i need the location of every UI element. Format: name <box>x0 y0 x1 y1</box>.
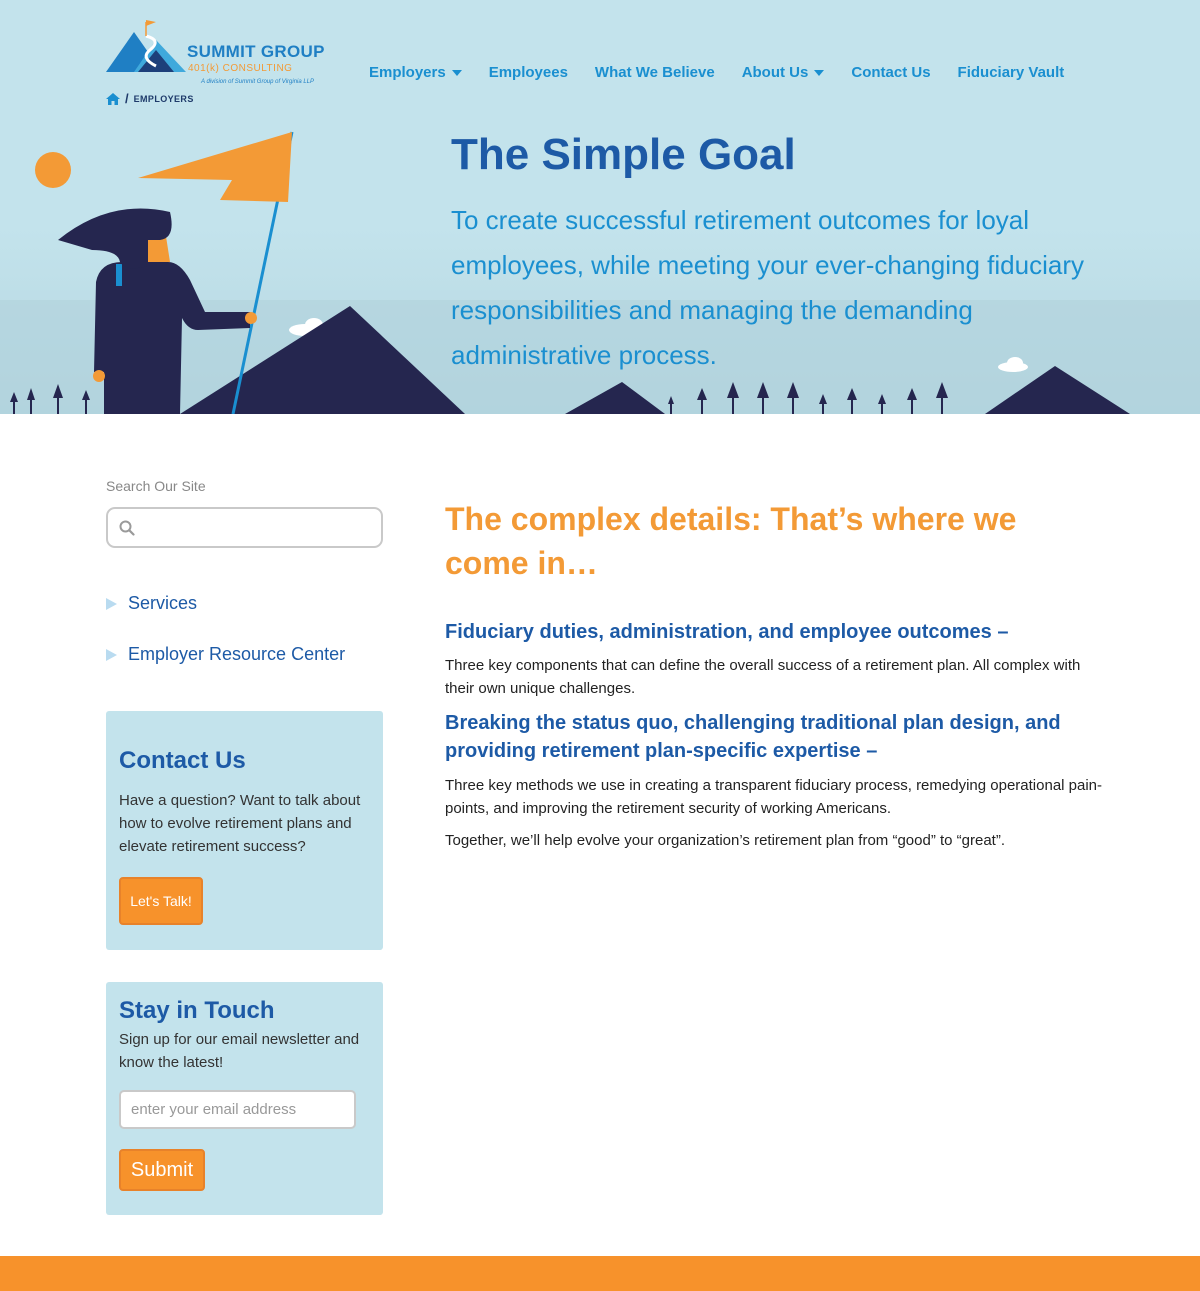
triangle-right-icon <box>106 648 117 661</box>
section1-heading: Fiduciary duties, administration, and em… <box>445 621 1009 643</box>
hero-banner: SUMMIT GROUP 401(k) CONSULTING A divisio… <box>0 0 1200 414</box>
section2-heading: Breaking the status quo, challenging tra… <box>445 712 1061 762</box>
logo-title: SUMMIT GROUP <box>187 42 325 61</box>
closing-text: Together, we’ll help evolve your organiz… <box>445 832 1006 849</box>
email-field[interactable] <box>119 1090 356 1129</box>
main-nav: Employers Employees What We Believe Abou… <box>369 64 1091 81</box>
sun-shape <box>35 152 71 188</box>
lets-talk-button[interactable]: Let's Talk! <box>119 877 203 925</box>
sidebar-link-label: Services <box>128 593 198 613</box>
nav-item-label: What We Believe <box>594 64 715 81</box>
flag-shape <box>138 132 292 202</box>
section2-text: Three key methods we use in creating a t… <box>445 777 1103 817</box>
caret-down-icon <box>451 69 462 76</box>
newsletter-card-title: Stay in Touch <box>119 997 275 1024</box>
caret-down-icon <box>814 69 825 76</box>
logo-subtitle: 401(k) CONSULTING <box>188 63 293 74</box>
breadcrumb-current[interactable]: EMPLOYERS <box>134 94 194 104</box>
search-box <box>106 507 383 548</box>
contact-card-text: Have a question? Want to talk about how … <box>119 792 361 855</box>
newsletter-card-text: Sign up for our email newsletter and kno… <box>119 1031 360 1071</box>
newsletter-card: Stay in Touch Sign up for our email news… <box>106 982 383 1215</box>
nav-item-label: Employees <box>488 64 568 81</box>
hero-title: The Simple Goal <box>451 130 796 179</box>
triangle-right-icon <box>106 597 117 610</box>
logo-division: A division of Summit Group of Virginia L… <box>201 79 315 85</box>
nav-item-about-us[interactable]: About Us <box>742 64 825 81</box>
main-heading: The complex details: That’s where we com… <box>445 501 1017 581</box>
submit-button[interactable]: Submit <box>119 1149 205 1191</box>
search-input[interactable] <box>140 515 370 541</box>
nav-item-label: Fiduciary Vault <box>957 64 1065 81</box>
sidebar-link-employer-resource-center[interactable]: Employer Resource Center <box>106 644 345 665</box>
hero-text: To create successful retirement outcomes… <box>451 205 1084 370</box>
search-icon <box>119 520 135 536</box>
contact-card-title: Contact Us <box>119 747 246 774</box>
nav-item-employees[interactable]: Employees <box>489 64 568 81</box>
nav-item-contact-us[interactable]: Contact Us <box>851 64 930 81</box>
mountain-logo-icon <box>106 20 186 72</box>
nav-item-label: Employers <box>369 64 446 81</box>
footer-bar <box>0 1256 1200 1291</box>
company-logo[interactable]: SUMMIT GROUP 401(k) CONSULTING A divisio… <box>104 16 344 92</box>
nav-item-label: About Us <box>741 64 809 81</box>
section1-text: Three key components that can define the… <box>445 657 1081 697</box>
contact-card: Contact Us Have a question? Want to talk… <box>106 711 383 950</box>
breadcrumb-separator: / <box>125 91 129 106</box>
nav-item-what-we-believe[interactable]: What We Believe <box>595 64 715 81</box>
sidebar-link-label: Employer Resource Center <box>128 644 346 664</box>
home-icon[interactable] <box>106 92 120 105</box>
search-label: Search Our Site <box>106 478 206 494</box>
nav-item-employers[interactable]: Employers <box>369 64 462 81</box>
nav-item-fiduciary-vault[interactable]: Fiduciary Vault <box>958 64 1065 81</box>
sidebar-link-services[interactable]: Services <box>106 593 197 614</box>
nav-item-label: Contact Us <box>851 64 931 81</box>
breadcrumb: / EMPLOYERS <box>106 91 194 106</box>
